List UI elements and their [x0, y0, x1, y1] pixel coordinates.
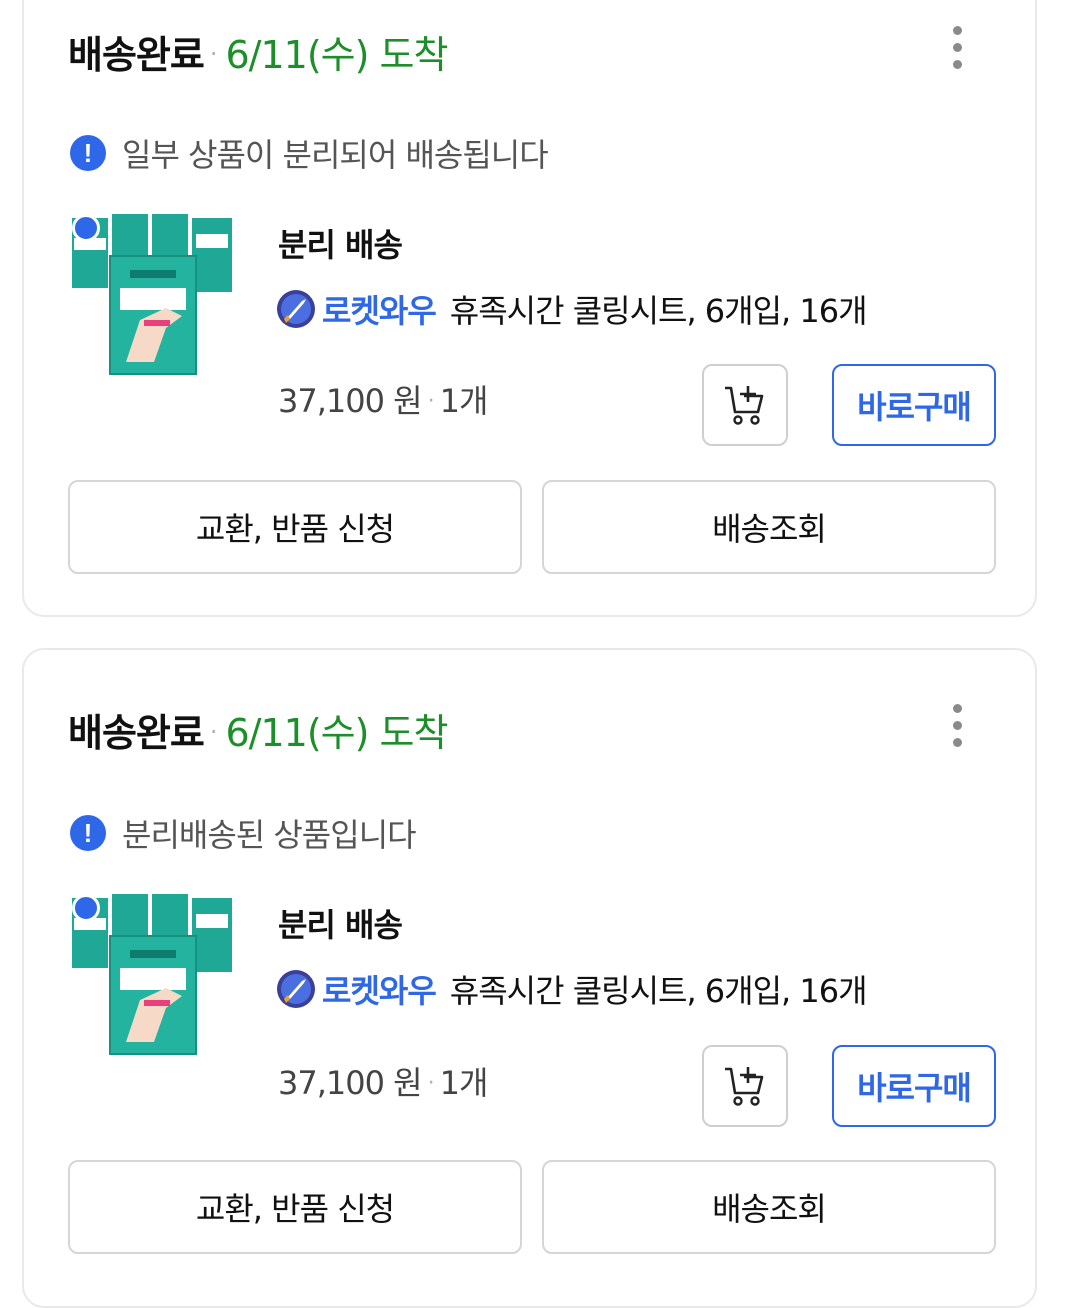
delivery-type: 분리 배송 [278, 906, 403, 944]
product-quantity: 1개 [439, 1064, 489, 1102]
rocket-wow-badge: 로켓와우 [322, 972, 437, 1010]
product-price: 37,100 원 [278, 1064, 423, 1102]
buy-now-button[interactable]: 바로구매 [832, 1045, 996, 1127]
product-quantity: 1개 [439, 382, 489, 420]
add-to-cart-icon [725, 1067, 764, 1106]
notice-text: 분리배송된 상품입니다 [122, 816, 417, 854]
rocket-icon [277, 970, 315, 1008]
delivery-type: 분리 배송 [278, 226, 403, 264]
split-delivery-notice: ! 분리배송된 상품입니다 [70, 810, 417, 856]
selection-dot [72, 894, 100, 922]
alert-icon: ! [70, 815, 106, 851]
product-name[interactable]: 휴족시간 쿨링시트, 6개입, 16개 [450, 966, 868, 1012]
selection-dot [72, 214, 100, 242]
product-line[interactable]: 로켓와우 휴족시간 쿨링시트, 6개입, 16개 [276, 286, 868, 332]
separator: · [427, 1071, 435, 1096]
price-line: 37,100 원 · 1개 [278, 1058, 489, 1104]
product-price: 37,100 원 [278, 382, 423, 420]
separator: · [209, 718, 218, 746]
add-to-cart-button[interactable] [702, 364, 788, 446]
track-delivery-button[interactable]: 배송조회 [542, 1160, 996, 1254]
split-delivery-notice: ! 일부 상품이 분리되어 배송됩니다 [70, 130, 549, 176]
add-to-cart-button[interactable] [702, 1045, 788, 1127]
separator: · [209, 40, 218, 68]
delivery-status: 배송완료 [68, 711, 205, 755]
more-vertical-icon[interactable] [951, 704, 963, 748]
alert-icon: ! [70, 135, 106, 171]
exchange-return-button[interactable]: 교환, 반품 신청 [68, 480, 522, 574]
product-name[interactable]: 휴족시간 쿨링시트, 6개입, 16개 [450, 286, 868, 332]
rocket-wow-badge: 로켓와우 [322, 292, 437, 330]
buy-now-button[interactable]: 바로구매 [832, 364, 996, 446]
notice-text: 일부 상품이 분리되어 배송됩니다 [122, 136, 549, 174]
exchange-return-button[interactable]: 교환, 반품 신청 [68, 1160, 522, 1254]
order-card: 배송완료 · 6/11(수) 도착 ! 분리배송된 상품입니다 분리 배송 로켓… [22, 648, 1037, 1308]
track-delivery-button[interactable]: 배송조회 [542, 480, 996, 574]
order-card: 배송완료 · 6/11(수) 도착 ! 일부 상품이 분리되어 배송됩니다 분리… [22, 0, 1037, 617]
product-line[interactable]: 로켓와우 휴족시간 쿨링시트, 6개입, 16개 [276, 966, 868, 1012]
price-line: 37,100 원 · 1개 [278, 376, 489, 422]
delivery-status: 배송완료 [68, 33, 205, 77]
order-header: 배송완료 · 6/11(수) 도착 [68, 24, 448, 79]
add-to-cart-icon [725, 386, 764, 425]
separator: · [427, 389, 435, 414]
arrival-date: 6/11(수) 도착 [225, 33, 448, 77]
rocket-icon [277, 290, 315, 328]
more-vertical-icon[interactable] [951, 26, 963, 70]
arrival-date: 6/11(수) 도착 [225, 711, 448, 755]
order-header: 배송완료 · 6/11(수) 도착 [68, 702, 448, 757]
